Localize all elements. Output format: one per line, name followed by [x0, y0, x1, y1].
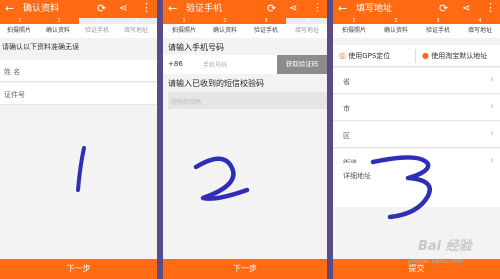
step-label: 拍摄照片	[171, 27, 196, 34]
next-button[interactable]: 下一步	[0, 259, 157, 279]
step-number: 4	[478, 18, 482, 24]
top-bar: ← 填写地址 ⟳ ⋖ ⋮	[333, 0, 500, 18]
step-indicator: 1 2 3 4 拍摄照片 确认资料 验证手机 填写地址	[0, 18, 157, 38]
refresh-icon[interactable]: ⟳	[97, 2, 106, 15]
step-number: 3	[436, 18, 440, 24]
phone-label: 请输入手机号码	[168, 43, 224, 52]
share-icon[interactable]: ⋖	[289, 2, 297, 15]
watermark-url: jingyan.baidu.com	[408, 258, 464, 265]
taobao-address-button[interactable]: ● 使用淘宝默认地址	[422, 51, 487, 61]
back-arrow-icon[interactable]: ←	[338, 2, 347, 15]
step-number: 3	[96, 18, 100, 24]
step-label: 确认资料	[45, 27, 70, 34]
refresh-icon[interactable]: ⟳	[267, 2, 276, 15]
step-indicator: 1 2 3 4 拍摄照片 确认资料 验证手机 填写地址	[163, 18, 327, 38]
confirm-note: 请确认以下资料准确无误	[2, 43, 79, 51]
phone-input[interactable]: 手机号码	[203, 60, 227, 69]
province-select[interactable]: 省 ›	[333, 68, 500, 94]
next-button[interactable]: 下一步	[163, 259, 327, 279]
sms-code-placeholder: 短信校验码	[171, 99, 202, 106]
panel-confirm-info: ← 确认资料 ⟳ ⋖ ⋮ 1 2 3 4 拍摄照片 确认资料 验证手机 填写地址…	[0, 0, 157, 279]
back-arrow-icon[interactable]: ←	[5, 2, 14, 15]
detail-address-input[interactable]: 详细地址	[333, 163, 500, 207]
step-label: 拍摄照片	[6, 27, 31, 34]
more-vertical-icon[interactable]: ⋮	[141, 1, 152, 14]
step-label: 验证手机	[253, 27, 278, 34]
name-field[interactable]: 姓 名	[0, 60, 157, 82]
back-arrow-icon[interactable]: ←	[168, 2, 177, 15]
chevron-right-icon: ›	[490, 74, 494, 85]
district-select[interactable]: 区 ›	[333, 122, 500, 148]
page-title: 填写地址	[356, 4, 393, 14]
id-number-field[interactable]: 证件号	[0, 83, 157, 105]
taobao-label: 使用淘宝默认地址	[431, 52, 488, 60]
field-label: 姓 名	[4, 68, 21, 76]
country-code[interactable]: +86	[168, 60, 183, 68]
step-label: 填写地址	[123, 27, 148, 34]
step-indicator: 1 2 3 4 拍摄照片 确认资料 验证手机 填写地址	[333, 18, 500, 38]
row-label: 市	[343, 105, 350, 113]
chevron-right-icon: ›	[490, 101, 494, 112]
row-label: 省	[343, 78, 350, 86]
code-label: 请输入已收到的短信校验码	[168, 79, 264, 88]
phone-row: +86 手机号码 获取验证码	[163, 55, 327, 74]
step-number: 2	[394, 18, 398, 24]
step-number: 1	[182, 18, 186, 24]
step-number: 1	[18, 18, 22, 24]
page-title: 验证手机	[186, 4, 223, 14]
step-label: 确认资料	[212, 27, 237, 34]
row-label: 区	[343, 132, 350, 140]
location-pin-icon: ●	[422, 51, 429, 60]
step-number: 3	[264, 18, 268, 24]
step-label: 拍摄照片	[341, 27, 366, 34]
top-bar: ← 验证手机 ⟳ ⋖ ⋮	[163, 0, 327, 18]
step-number: 2	[223, 18, 227, 24]
watermark-logo: Bai 经验	[418, 239, 472, 254]
step-label: 填写地址	[294, 27, 319, 34]
row-label: 详细地址	[343, 172, 371, 180]
step-number: 2	[57, 18, 61, 24]
more-vertical-icon[interactable]: ⋮	[312, 1, 323, 14]
panel-verify-phone: ← 验证手机 ⟳ ⋖ ⋮ 1 2 3 4 拍摄照片 确认资料 验证手机 填写地址…	[163, 0, 327, 279]
get-code-button[interactable]: 获取验证码	[277, 55, 327, 74]
location-bar: ◎ 使用GPS定位 ● 使用淘宝默认地址	[333, 45, 500, 67]
step-label: 填写地址	[467, 27, 492, 34]
step-number: 1	[352, 18, 356, 24]
step-number: 4	[135, 18, 139, 24]
gps-label: 使用GPS定位	[348, 52, 391, 60]
step-label: 验证手机	[84, 27, 109, 34]
step-label: 确认资料	[383, 27, 408, 34]
gps-locate-button[interactable]: ◎ 使用GPS定位	[339, 51, 390, 61]
field-label: 证件号	[4, 91, 25, 99]
share-icon[interactable]: ⋖	[462, 2, 470, 15]
gps-target-icon: ◎	[339, 51, 346, 60]
panel-fill-address: ← 填写地址 ⟳ ⋖ ⋮ 1 2 3 4 拍摄照片 确认资料 验证手机 填写地址…	[333, 0, 500, 279]
city-select[interactable]: 市 ›	[333, 95, 500, 121]
step-number: 4	[305, 18, 309, 24]
page-title: 确认资料	[23, 4, 60, 14]
chevron-right-icon: ›	[490, 128, 494, 139]
more-vertical-icon[interactable]: ⋮	[485, 1, 496, 14]
share-icon[interactable]: ⋖	[119, 2, 127, 15]
refresh-icon[interactable]: ⟳	[439, 2, 448, 15]
sms-code-input[interactable]: 短信校验码	[168, 92, 327, 109]
top-bar: ← 确认资料 ⟳ ⋖ ⋮	[0, 0, 157, 18]
step-label: 验证手机	[425, 27, 450, 34]
